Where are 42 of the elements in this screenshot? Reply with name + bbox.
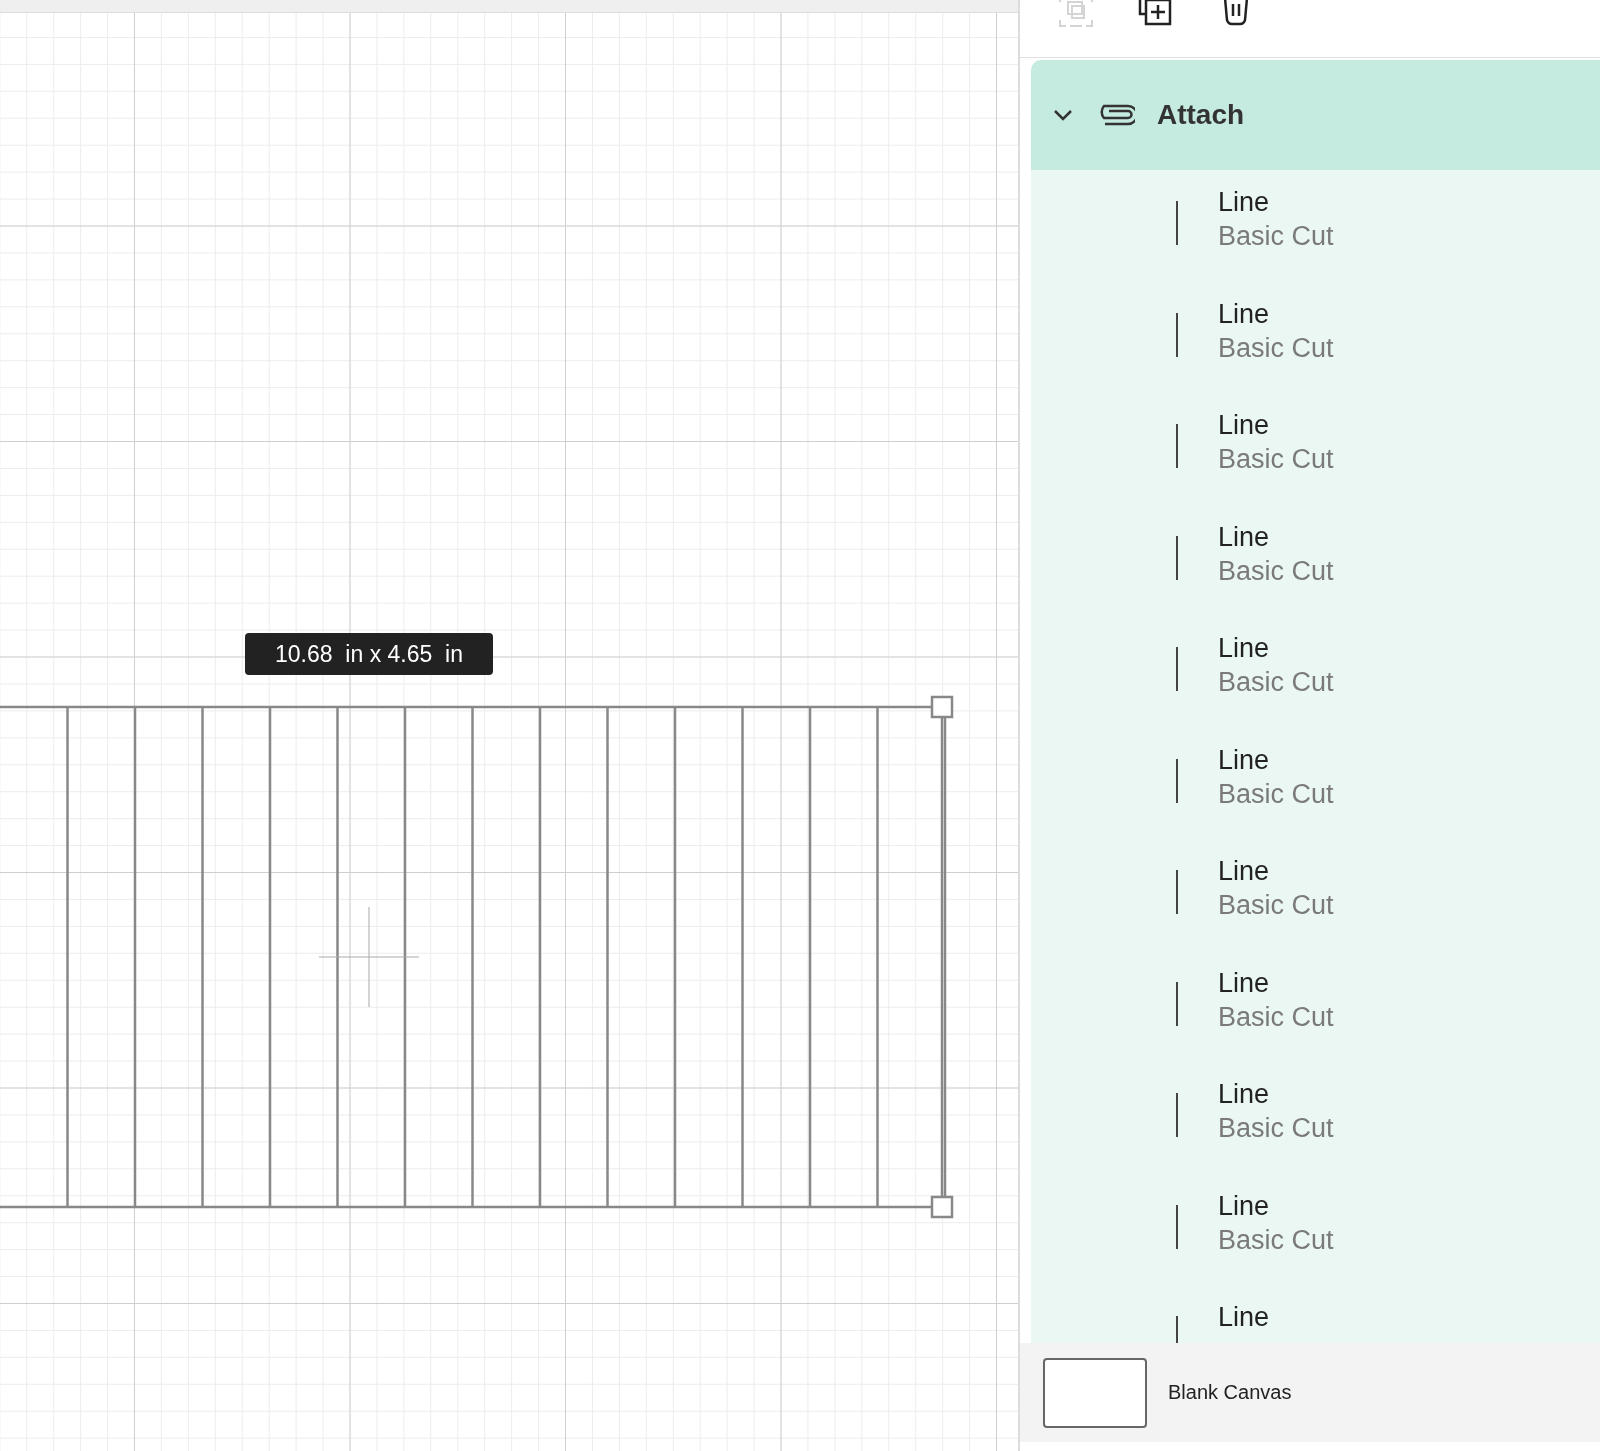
layer-name[interactable]: Line — [1218, 521, 1334, 553]
layer-operation: Basic Cut — [1218, 1113, 1334, 1144]
layer-operation: Basic Cut — [1218, 332, 1334, 364]
layer-operation: Basic Cut — [1218, 555, 1334, 587]
layer-group-header[interactable]: Attach — [1031, 60, 1600, 170]
duplicate-button[interactable] — [1138, 0, 1174, 28]
lines-drawing[interactable] — [0, 695, 954, 1219]
layer-name[interactable]: Line — [1218, 856, 1334, 887]
layer-operation: Basic Cut — [1218, 667, 1334, 698]
line-icon — [1176, 758, 1179, 803]
size-tooltip: 10.68 in x 4.65 in — [245, 633, 493, 675]
line-icon — [1176, 312, 1179, 357]
line-icon — [1176, 870, 1179, 914]
line-icon — [1176, 1093, 1179, 1137]
layer-name[interactable]: Line — [1218, 633, 1334, 664]
line-icon — [1176, 424, 1179, 468]
canvas-label: Blank Canvas — [1168, 1381, 1292, 1404]
chevron-icon[interactable] — [1053, 109, 1073, 121]
layer-name[interactable]: Line — [1218, 744, 1334, 776]
layer-operation: Basic Cut — [1218, 1001, 1334, 1033]
crosshair-icon — [318, 906, 420, 1008]
layer-operation: Basic Cut — [1218, 1224, 1334, 1256]
group-label: Attach — [1157, 99, 1245, 131]
group-icon — [1058, 0, 1094, 28]
line-icon — [1176, 1204, 1179, 1249]
line-icon — [1176, 201, 1179, 245]
layer-name[interactable]: Line — [1218, 1302, 1270, 1333]
layer-name[interactable]: Line — [1218, 187, 1334, 218]
layer-name[interactable]: Line — [1218, 967, 1334, 999]
layer-operation: Basic Cut — [1218, 221, 1334, 252]
design-canvas[interactable]: 10.68 in x 4.65 in — [0, 0, 1018, 1451]
layer-name[interactable]: Line — [1218, 1079, 1334, 1110]
layer-operation: Basic Cut — [1218, 778, 1334, 810]
line-icon — [1176, 535, 1179, 580]
line-icon — [1176, 647, 1179, 691]
layer-name[interactable]: Line — [1218, 1190, 1334, 1222]
layer-operation: Basic Cut — [1218, 444, 1334, 475]
layer-name[interactable]: Line — [1218, 410, 1334, 441]
canvas-thumbnail[interactable] — [1043, 1357, 1147, 1428]
layer-name[interactable]: Line — [1218, 298, 1334, 330]
line-icon — [1176, 981, 1179, 1026]
layer-operation: Basic Cut — [1218, 890, 1334, 921]
